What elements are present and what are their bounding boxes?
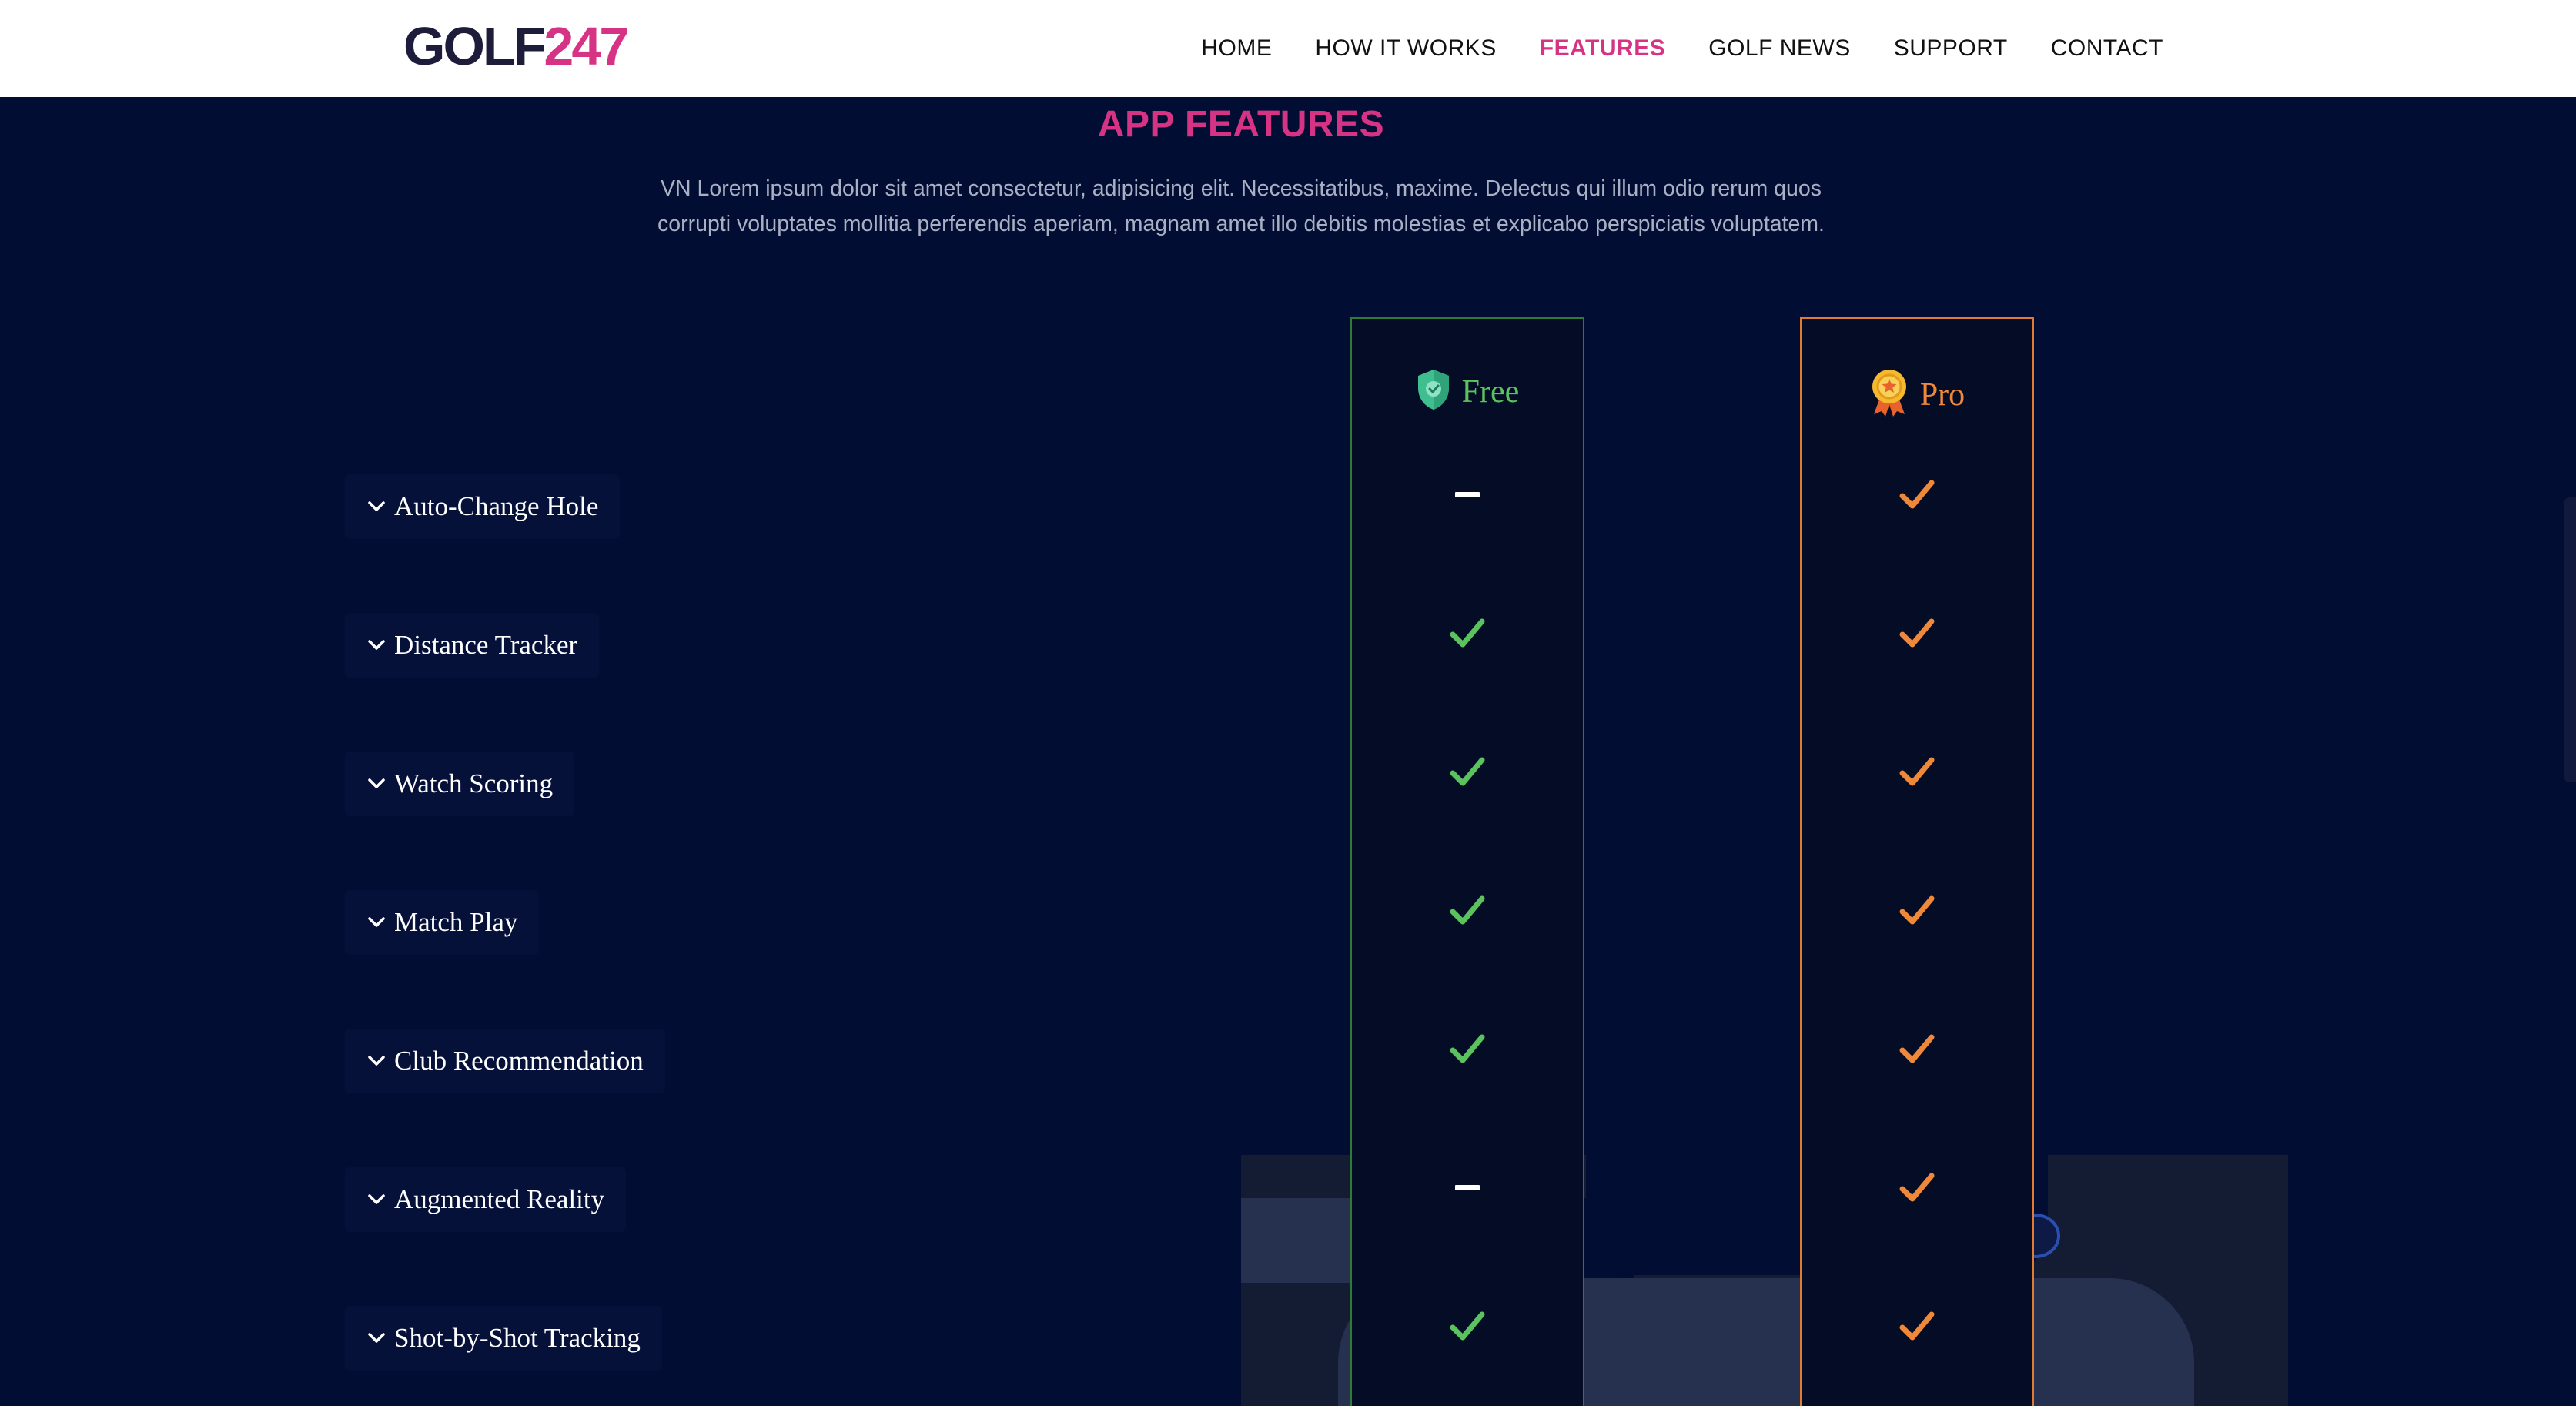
pro-augmented-reality-check bbox=[1802, 1164, 2032, 1210]
free-auto-change-hole-dash bbox=[1352, 471, 1583, 517]
pro-auto-change-hole-check bbox=[1802, 471, 2032, 517]
plan-column-free: Free bbox=[1350, 317, 1584, 1406]
check-icon bbox=[1899, 1311, 1935, 1341]
plan-name-free: Free bbox=[1461, 373, 1520, 410]
check-icon bbox=[1899, 895, 1935, 925]
check-icon bbox=[1450, 618, 1485, 648]
chevron-down-icon bbox=[368, 1056, 385, 1066]
section-title: APP FEATURES bbox=[1097, 104, 1385, 145]
nav-home[interactable]: HOME bbox=[1201, 35, 1272, 62]
plan-name-pro: Pro bbox=[1919, 377, 1965, 413]
award-medal-icon bbox=[1869, 368, 1909, 421]
plan-column-pro: Pro bbox=[1800, 317, 2034, 1406]
nav-support[interactable]: SUPPORT bbox=[1894, 35, 2008, 62]
check-icon bbox=[1899, 480, 1935, 509]
nav-how-it-works[interactable]: HOW IT WORKS bbox=[1315, 35, 1496, 62]
dash-icon bbox=[1455, 1184, 1480, 1190]
chevron-down-icon bbox=[368, 1194, 385, 1204]
section-description: VN Lorem ipsum dolor sit amet consectetu… bbox=[601, 171, 1882, 242]
page: GOLF 247 HOME HOW IT WORKS FEATURES GOLF… bbox=[0, 0, 2576, 1406]
feature-label: Augmented Reality bbox=[394, 1184, 605, 1214]
feature-label: Shot-by-Shot Tracking bbox=[394, 1323, 641, 1353]
feature-label: Watch Scoring bbox=[394, 768, 554, 798]
check-icon bbox=[1899, 757, 1935, 786]
feature-label: Match Play bbox=[394, 907, 518, 937]
nav-features[interactable]: FEATURES bbox=[1540, 35, 1665, 62]
check-icon bbox=[1899, 618, 1935, 648]
chevron-down-icon bbox=[368, 917, 385, 927]
pro-club-recommendation-check bbox=[1802, 1026, 2032, 1072]
feature-distance-tracker[interactable]: Distance Tracker bbox=[345, 613, 600, 678]
check-icon bbox=[1450, 757, 1485, 786]
shield-check-icon bbox=[1416, 368, 1451, 415]
chevron-down-icon bbox=[368, 778, 385, 788]
pro-watch-scoring-check bbox=[1802, 748, 2032, 795]
description-line: corrupti voluptates mollitia perferendis… bbox=[657, 212, 1825, 236]
free-match-play-check bbox=[1352, 887, 1583, 933]
main-nav: HOME HOW IT WORKS FEATURES GOLF NEWS SUP… bbox=[1201, 0, 2163, 97]
logo-text-number: 247 bbox=[544, 16, 629, 76]
nav-contact[interactable]: CONTACT bbox=[2051, 35, 2163, 62]
dash-icon bbox=[1455, 491, 1480, 497]
logo-text-golf: GOLF bbox=[403, 16, 546, 76]
check-icon bbox=[1450, 1034, 1485, 1063]
chevron-down-icon bbox=[368, 640, 385, 650]
free-augmented-reality-dash bbox=[1352, 1164, 1583, 1210]
free-shot-tracking-check bbox=[1352, 1303, 1583, 1349]
free-watch-scoring-check bbox=[1352, 748, 1583, 795]
pro-shot-tracking-check bbox=[1802, 1303, 2032, 1349]
check-icon bbox=[1899, 1173, 1935, 1202]
check-icon bbox=[1899, 1034, 1935, 1063]
feature-match-play[interactable]: Match Play bbox=[345, 890, 540, 955]
site-header: GOLF 247 HOME HOW IT WORKS FEATURES GOLF… bbox=[0, 0, 2576, 97]
feature-label: Auto-Change Hole bbox=[394, 491, 599, 521]
free-distance-tracker-check bbox=[1352, 610, 1583, 656]
logo[interactable]: GOLF 247 bbox=[403, 16, 629, 76]
scrollbar[interactable] bbox=[2564, 497, 2576, 782]
free-club-recommendation-check bbox=[1352, 1026, 1583, 1072]
feature-label: Distance Tracker bbox=[394, 630, 578, 660]
pro-distance-tracker-check bbox=[1802, 610, 2032, 656]
plan-header-free: Free bbox=[1352, 368, 1583, 415]
nav-golf-news[interactable]: GOLF NEWS bbox=[1708, 35, 1851, 62]
feature-label: Club Recommendation bbox=[394, 1046, 644, 1076]
feature-watch-scoring[interactable]: Watch Scoring bbox=[345, 752, 575, 816]
plan-header-pro: Pro bbox=[1802, 368, 2032, 421]
feature-club-recommendation[interactable]: Club Recommendation bbox=[345, 1029, 665, 1093]
description-line: VN Lorem ipsum dolor sit amet consectetu… bbox=[661, 176, 1822, 201]
chevron-down-icon bbox=[368, 1333, 385, 1343]
feature-auto-change-hole[interactable]: Auto-Change Hole bbox=[345, 474, 621, 539]
feature-shot-by-shot-tracking[interactable]: Shot-by-Shot Tracking bbox=[345, 1306, 662, 1371]
feature-augmented-reality[interactable]: Augmented Reality bbox=[345, 1167, 627, 1232]
check-icon bbox=[1450, 1311, 1485, 1341]
check-icon bbox=[1450, 895, 1485, 925]
pro-match-play-check bbox=[1802, 887, 2032, 933]
chevron-down-icon bbox=[368, 501, 385, 511]
